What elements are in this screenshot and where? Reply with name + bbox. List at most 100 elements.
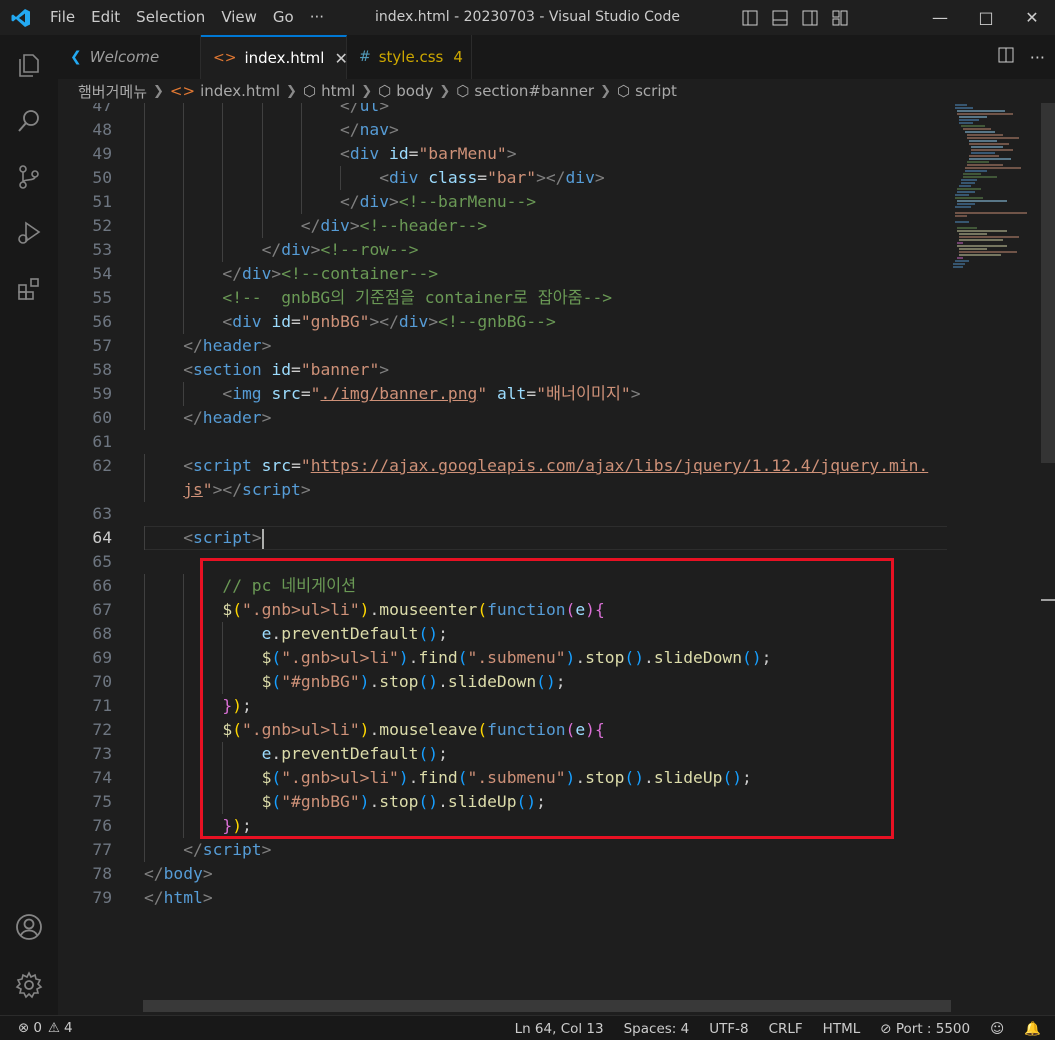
line-number: 55 <box>92 288 112 307</box>
text-cursor <box>261 528 264 549</box>
line-number: 59 <box>92 384 112 403</box>
code-line[interactable]: 53 </div><!--row--> <box>58 238 947 262</box>
indent-guide <box>222 238 224 262</box>
search-icon[interactable] <box>0 93 58 149</box>
breadcrumb-script[interactable]: script <box>635 82 677 100</box>
breadcrumb-folder[interactable]: 햄버거메뉴 <box>78 81 147 102</box>
cursor-position[interactable]: Ln 64, Col 13 <box>515 1021 604 1037</box>
toggle-secondary-sidebar-icon[interactable] <box>795 10 825 26</box>
indent-guide <box>144 622 145 646</box>
code-editor[interactable]: 47 </ul> 48 </nav> 49 <div id="barMenu"> 50 <di… <box>58 103 947 1000</box>
customize-layout-icon[interactable] <box>825 10 855 26</box>
code-token: </ <box>144 864 164 883</box>
menu-edit[interactable]: Edit <box>83 0 128 35</box>
indent-guide <box>144 334 145 358</box>
code-token: div <box>242 264 272 283</box>
code-token: js <box>183 480 203 499</box>
minimize-icon[interactable]: — <box>917 0 963 35</box>
indent-guide <box>183 166 185 190</box>
line-ending[interactable]: CRLF <box>769 1021 803 1037</box>
more-actions-icon[interactable]: ··· <box>1030 48 1045 67</box>
run-debug-icon[interactable] <box>0 205 58 261</box>
source-control-icon[interactable] <box>0 149 58 205</box>
split-editor-icon[interactable] <box>998 47 1014 67</box>
problems-count-badge: 4 <box>453 48 463 66</box>
code-line[interactable]: 55 <!-- gnbBG의 기준점을 container로 잡아줌--> <box>58 286 947 310</box>
code-line[interactable]: 78 </body> <box>58 862 947 886</box>
line-number: 64 <box>92 528 112 547</box>
menu-more[interactable]: ··· <box>302 0 332 35</box>
close-tab-icon[interactable]: ✕ <box>334 49 347 68</box>
code-line[interactable]: 61 <box>58 430 947 454</box>
indent-guide <box>261 118 263 142</box>
breadcrumb-body[interactable]: body <box>396 82 433 100</box>
close-window-icon[interactable]: ✕ <box>1009 0 1055 35</box>
title-bar: File Edit Selection View Go ··· index.ht… <box>0 0 1055 35</box>
code-line[interactable]: 77 </script> <box>58 838 947 862</box>
code-token: < <box>222 312 233 331</box>
line-number: 74 <box>92 768 112 787</box>
toggle-panel-icon[interactable] <box>765 10 795 26</box>
scrollbar-thumb[interactable] <box>1041 103 1055 463</box>
notifications-bell-icon[interactable]: 🔔 <box>1024 1021 1041 1037</box>
code-line[interactable]: 59 <img src="./img/banner.png" alt="배너이미지… <box>58 382 947 406</box>
code-line[interactable]: 79 </html> <box>58 886 947 910</box>
tab-style-css[interactable]: # style.css 4 <box>347 35 472 79</box>
code-line[interactable]: 50 <div class="bar"></div> <box>58 166 947 190</box>
code-line[interactable]: 58 <section id="banner"> <box>58 358 947 382</box>
line-number: 65 <box>92 552 112 571</box>
code-line[interactable]: 63 <box>58 502 947 526</box>
code-line[interactable]: 56 <div id="gnbBG"></div><!--gnbBG--> <box>58 310 947 334</box>
feedback-icon[interactable]: ☺ <box>990 1021 1004 1037</box>
live-server-port[interactable]: ⊘ Port : 5500 <box>880 1021 970 1037</box>
breadcrumb-file[interactable]: index.html <box>200 82 280 100</box>
settings-gear-icon[interactable] <box>0 957 58 1013</box>
code-line[interactable]: 48 </nav> <box>58 118 947 142</box>
tab-label: Welcome <box>89 48 160 66</box>
code-line[interactable]: 52 </div><!--header--> <box>58 214 947 238</box>
explorer-icon[interactable] <box>0 37 58 93</box>
indent-guide <box>261 166 263 190</box>
code-line[interactable]: 57 </header> <box>58 334 947 358</box>
code-line[interactable]: 60 </header> <box>58 406 947 430</box>
toggle-primary-sidebar-icon[interactable] <box>735 10 765 26</box>
menu-go[interactable]: Go <box>265 0 302 35</box>
code-line[interactable]: 51 </div><!--barMenu--> <box>58 190 947 214</box>
accounts-icon[interactable] <box>0 899 58 955</box>
code-token: </ <box>144 888 164 907</box>
code-token: > <box>506 144 517 163</box>
code-token: <!-- gnbBG의 기준점을 container로 잡아줌--> <box>222 288 613 307</box>
encoding[interactable]: UTF-8 <box>709 1021 748 1037</box>
indentation[interactable]: Spaces: 4 <box>624 1021 690 1037</box>
menu-selection[interactable]: Selection <box>128 0 213 35</box>
tab-index-html[interactable]: <> index.html ✕ <box>201 35 348 79</box>
breadcrumb-html[interactable]: html <box>321 82 355 100</box>
code-text: <!-- gnbBG의 기준점을 container로 잡아줌--> <box>222 286 612 310</box>
tab-welcome[interactable]: ❮ Welcome <box>58 35 201 79</box>
indent-guide <box>183 622 185 646</box>
indent-guide <box>183 694 185 718</box>
menu-file[interactable]: File <box>42 0 83 35</box>
code-line[interactable]: 54 </div><!--container--> <box>58 262 947 286</box>
vertical-scrollbar[interactable] <box>1041 103 1055 1000</box>
breadcrumb-section[interactable]: section#banner <box>474 82 594 100</box>
problems-status[interactable]: ⊗ 0 ⚠ 4 <box>0 1020 73 1036</box>
code-line[interactable]: 62 <script src="https://ajax.googleapis.c… <box>58 454 947 478</box>
code-text: </header> <box>183 406 271 430</box>
code-line[interactable]: 49 <div id="barMenu"> <box>58 142 947 166</box>
code-text: <section id="banner"> <box>183 358 389 382</box>
code-line[interactable]: 64 <script> <box>58 526 947 550</box>
code-token: = <box>291 360 301 379</box>
horizontal-scrollbar[interactable] <box>143 1000 951 1012</box>
maximize-icon[interactable]: □ <box>963 0 1009 35</box>
code-line[interactable]: 47 </ul> <box>58 103 947 118</box>
language-mode[interactable]: HTML <box>823 1021 861 1037</box>
menu-view[interactable]: View <box>213 0 265 35</box>
code-line[interactable]: js"></script> <box>58 478 947 502</box>
code-token: class <box>428 168 478 187</box>
extensions-icon[interactable] <box>0 261 58 317</box>
line-number: 70 <box>92 672 112 691</box>
minimap[interactable] <box>947 103 1045 1000</box>
